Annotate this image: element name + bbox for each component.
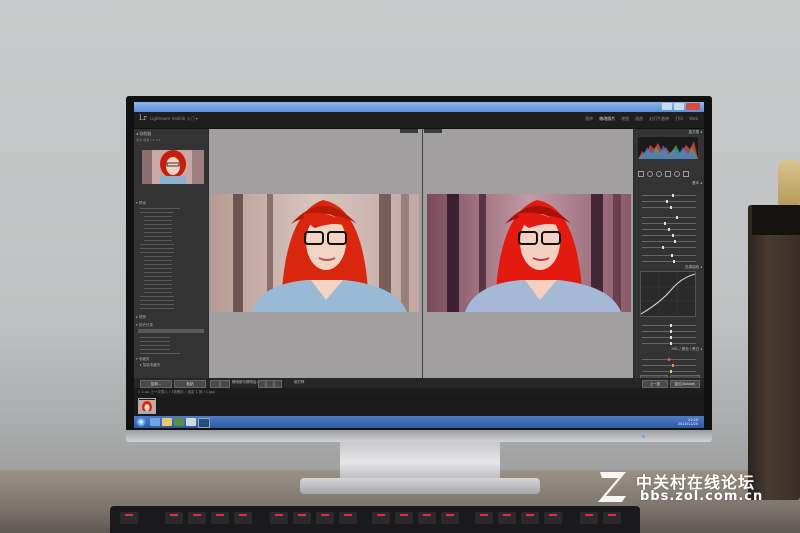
filmstrip-thumbnail[interactable] [138, 398, 156, 414]
figurine [778, 160, 800, 205]
keyboard [110, 506, 640, 533]
lightroom-logo: Lr [139, 114, 147, 122]
split-divider[interactable] [422, 129, 423, 378]
after-photo-image [427, 194, 631, 312]
explorer-icon[interactable] [162, 418, 172, 426]
filmstrip-breadcrumb-bar: 1 2 ◂ ▸ 上一次导入 / 1张照片 / 选定 1 张 / 1.jpg [134, 388, 704, 396]
before-after-view-icon[interactable] [220, 380, 230, 388]
presets-header[interactable]: ▾ 预设 [136, 201, 206, 206]
windows-taskbar: 11:20 2014/11/25 [134, 416, 704, 428]
lr-identity-bar: Lr Lightroom mobile 入门 ▾ 图库 修改照片 地图 画册 幻灯片放映… [134, 112, 704, 129]
power-led [642, 435, 645, 438]
zoom-options[interactable]: 适合 填满 1:1 3:1 [136, 138, 206, 142]
catalog-name[interactable]: Lightroom mobile 入门 ▾ [150, 116, 198, 122]
before-photo-image [211, 194, 419, 312]
adjustment-brush-icon[interactable] [683, 171, 689, 177]
speaker [748, 205, 800, 500]
graduated-filter-icon[interactable] [665, 171, 671, 177]
basic-header[interactable]: 基本 ◂ [636, 181, 702, 186]
window-titlebar[interactable] [134, 102, 704, 112]
left-panel: ◂ 导航器 适合 填满 1:1 3:1 ▾ 预设 ▸ 快照 ▾ 历史记录 ▾ 收… [134, 129, 208, 381]
navigator-title: ◂ 导航器 [136, 131, 152, 136]
history-item-selected[interactable] [138, 329, 204, 333]
minimize-button[interactable] [662, 103, 672, 110]
module-5[interactable]: 打印 [675, 116, 683, 122]
zol-logo-icon [598, 472, 626, 502]
screen: Lr Lightroom mobile 入门 ▾ 图库 修改照片 地图 画册 幻灯片放映… [134, 102, 704, 428]
filmstrip-breadcrumb[interactable]: 1 2 ◂ ▸ 上一次导入 / 1张照片 / 选定 1 张 / 1.jpg [138, 390, 215, 395]
before-after-label: 修改前与修改后： [232, 380, 260, 384]
module-1[interactable]: 修改照片 [599, 116, 615, 122]
copy-button[interactable]: 复制... [140, 380, 172, 388]
snapshots-header[interactable]: ▸ 快照 [136, 315, 206, 320]
after-photo[interactable] [427, 194, 631, 312]
after-label-tab [424, 129, 442, 133]
module-6[interactable]: Web [689, 116, 698, 122]
browser-icon[interactable] [186, 418, 196, 426]
ie-icon[interactable] [150, 418, 160, 426]
copy-before-icon[interactable] [266, 380, 274, 388]
histogram [638, 137, 698, 159]
before-photo[interactable] [211, 194, 419, 312]
tool-strip [638, 171, 698, 177]
clock-date: 2014/11/25 [677, 422, 698, 426]
media-player-icon[interactable] [174, 418, 184, 426]
collections-header[interactable]: ▾ 收藏夹 [136, 357, 206, 362]
soft-proof-toggle[interactable]: 软打样 [294, 380, 305, 385]
spot-removal-icon[interactable] [647, 171, 653, 177]
start-button-icon[interactable] [136, 417, 146, 427]
watermark-url: bbs.zol.com.cn [640, 489, 764, 504]
monitor-stand-neck [340, 442, 500, 482]
bottom-toolbar: 复制... 粘贴 修改前与修改后： 软打样 上一张 复位(Adobe) [134, 378, 704, 388]
red-eye-icon[interactable] [656, 171, 662, 177]
navigator-header[interactable]: ◂ 导航器 [136, 131, 206, 137]
copy-after-icon[interactable] [274, 380, 282, 388]
system-clock[interactable]: 11:20 2014/11/25 [678, 418, 698, 426]
before-label-tab [400, 129, 418, 133]
tone-curve-header[interactable]: 色调曲线 ◂ [636, 265, 702, 270]
radial-filter-icon[interactable] [674, 171, 680, 177]
monitor-stand-base [300, 478, 540, 494]
monitor-chin [126, 430, 712, 442]
right-panel: 直方图 ◂ 基本 ◂ 色调曲线 ◂ HSL / 颜色 / 黑白 ◂ [634, 129, 704, 382]
module-3[interactable]: 画册 [635, 116, 643, 122]
paste-button[interactable]: 粘贴 [174, 380, 206, 388]
histogram-header[interactable]: 直方图 ◂ [636, 130, 702, 135]
prev-button[interactable]: 上一张 [642, 380, 668, 388]
swap-icon[interactable] [258, 380, 266, 388]
module-2[interactable]: 地图 [621, 116, 629, 122]
smart-collection-item[interactable]: ▸ 智能收藏夹 [140, 363, 210, 368]
speaker-top [752, 205, 800, 235]
module-0[interactable]: 图库 [585, 116, 593, 122]
history-header[interactable]: ▾ 历史记录 [136, 323, 206, 328]
navigator-photo [142, 150, 204, 184]
navigator-preview[interactable] [142, 150, 204, 184]
filmstrip [134, 396, 704, 416]
module-4[interactable]: 幻灯片放映 [649, 116, 669, 122]
crop-tool-icon[interactable] [638, 171, 644, 177]
tone-curve[interactable] [640, 271, 696, 317]
loupe-view-icon[interactable] [210, 380, 220, 388]
lightroom-taskbar-icon[interactable] [198, 418, 210, 428]
reset-adobe-button[interactable]: 复位(Adobe) [670, 380, 700, 388]
close-button[interactable] [686, 103, 700, 110]
maximize-button[interactable] [674, 103, 684, 110]
module-picker: 图库 修改照片 地图 画册 幻灯片放映 打印 Web [585, 116, 698, 122]
hsl-header[interactable]: HSL / 颜色 / 黑白 ◂ [636, 347, 702, 352]
